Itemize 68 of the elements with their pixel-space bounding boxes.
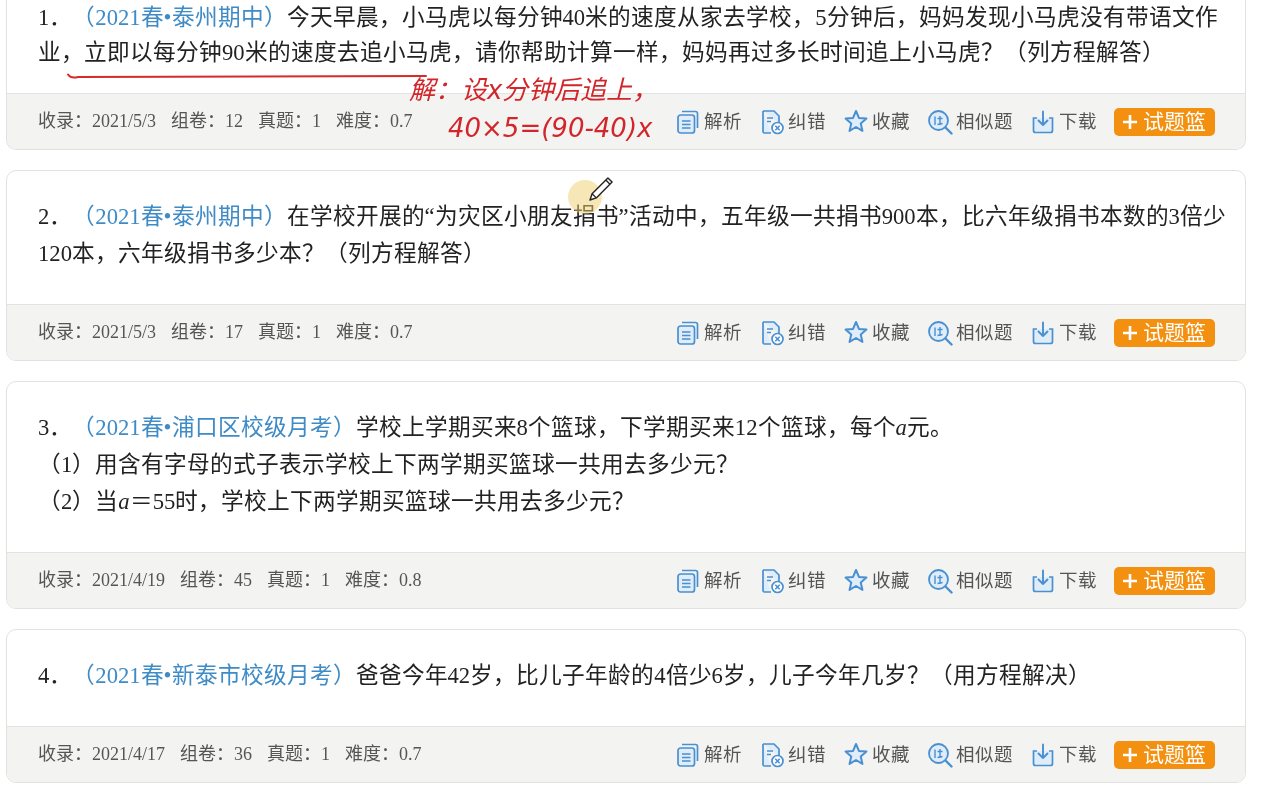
analysis-link[interactable]: 解析: [675, 319, 742, 346]
magnifier-icon: [927, 567, 953, 594]
question-stat: 难度：0.8: [345, 569, 422, 592]
question-stat: 真题：1: [267, 743, 330, 766]
favorite-link[interactable]: 收藏: [843, 319, 910, 346]
star-icon: [843, 567, 869, 594]
document-x-icon: [759, 319, 785, 346]
plus-icon: [1122, 324, 1138, 341]
favorite-link[interactable]: 收藏: [843, 108, 910, 135]
question-text: 3．（2021春•浦口区校级月考）学校上学期买来8个篮球，下学期买来12个篮球，每个a元。: [38, 414, 954, 442]
magnifier-icon: [927, 108, 953, 135]
analysis-link[interactable]: 解析: [675, 567, 742, 594]
download-icon: [1030, 108, 1056, 135]
question-stat: 难度：0.7: [345, 743, 422, 766]
report-error-link[interactable]: 纠错: [759, 108, 826, 135]
question-stat: 难度：0.7: [336, 110, 413, 133]
question-stat: 收录：2021/5/3: [38, 110, 156, 133]
question-stat: 组卷：12: [171, 110, 243, 133]
question-stat: 真题：1: [267, 569, 330, 592]
star-icon: [843, 741, 869, 768]
download-link[interactable]: 下载: [1030, 108, 1097, 135]
favorite-link[interactable]: 收藏: [843, 741, 910, 768]
question-stat: 组卷：17: [171, 321, 243, 344]
handwritten-note: 40×5=(90-40)x: [448, 112, 653, 145]
download-icon: [1030, 741, 1056, 768]
star-icon: [843, 319, 869, 346]
report-error-link[interactable]: 纠错: [759, 567, 826, 594]
similar-questions-link[interactable]: 相似题: [927, 319, 1013, 346]
plus-icon: [1122, 113, 1138, 130]
similar-questions-link[interactable]: 相似题: [927, 741, 1013, 768]
question-stat: 真题：1: [258, 321, 321, 344]
question-text: 4．（2021春•新泰市校级月考）爸爸今年42岁，比儿子年龄的4倍少6岁，儿子今年几岁？（用方程解决）: [38, 662, 1092, 690]
document-x-icon: [759, 108, 785, 135]
question-stat: 收录：2021/4/17: [38, 743, 165, 766]
magnifier-icon: [927, 319, 953, 346]
question-text: 2．（2021春•泰州期中）在学校开展的“为灾区小朋友捐书”活动中，五年级一共捐书900本，比六年级捐书本数的3倍少120本，六年级捐书多少本？（列方程解答）: [38, 203, 1227, 268]
question-part: （1）用含有字母的式子表示学校上下两学期买篮球一共用去多少元？: [38, 451, 741, 479]
document-icon: [675, 741, 701, 768]
question-part: （2）当a＝55时，学校上下两学期买篮球一共用去多少元？: [38, 488, 637, 516]
download-icon: [1030, 567, 1056, 594]
question-stat: 收录：2021/4/19: [38, 569, 165, 592]
question-stat: 收录：2021/5/3: [38, 321, 156, 344]
document-icon: [675, 567, 701, 594]
document-x-icon: [759, 741, 785, 768]
report-error-link[interactable]: 纠错: [759, 319, 826, 346]
document-icon: [675, 319, 701, 346]
analysis-link[interactable]: 解析: [675, 741, 742, 768]
question-stat: 难度：0.7: [336, 321, 413, 344]
download-link[interactable]: 下载: [1030, 741, 1097, 768]
question-stat: 真题：1: [258, 110, 321, 133]
download-link[interactable]: 下载: [1030, 567, 1097, 594]
star-icon: [843, 108, 869, 135]
analysis-link[interactable]: 解析: [675, 108, 742, 135]
similar-questions-link[interactable]: 相似题: [927, 567, 1013, 594]
magnifier-icon: [927, 741, 953, 768]
favorite-link[interactable]: 收藏: [843, 567, 910, 594]
question-stat: 组卷：36: [180, 743, 252, 766]
plus-icon: [1122, 572, 1138, 589]
document-x-icon: [759, 567, 785, 594]
document-icon: [675, 108, 701, 135]
question-stat: 组卷：45: [180, 569, 252, 592]
plus-icon: [1122, 746, 1138, 763]
question-text: 1．（2021春•泰州期中）今天早晨，小马虎以每分钟40米的速度从家去学校，5分钟后，妈妈发现小马虎没有带语文作业，立即以每分钟90米的速度去追小马虎，请你帮助计算一样，妈妈再过多长时间追上小马虎？（列方程解答）: [38, 4, 1219, 67]
report-error-link[interactable]: 纠错: [759, 741, 826, 768]
download-icon: [1030, 319, 1056, 346]
download-link[interactable]: 下载: [1030, 319, 1097, 346]
handwritten-note: 解：设x分钟后追上，: [409, 74, 659, 107]
similar-questions-link[interactable]: 相似题: [927, 108, 1013, 135]
